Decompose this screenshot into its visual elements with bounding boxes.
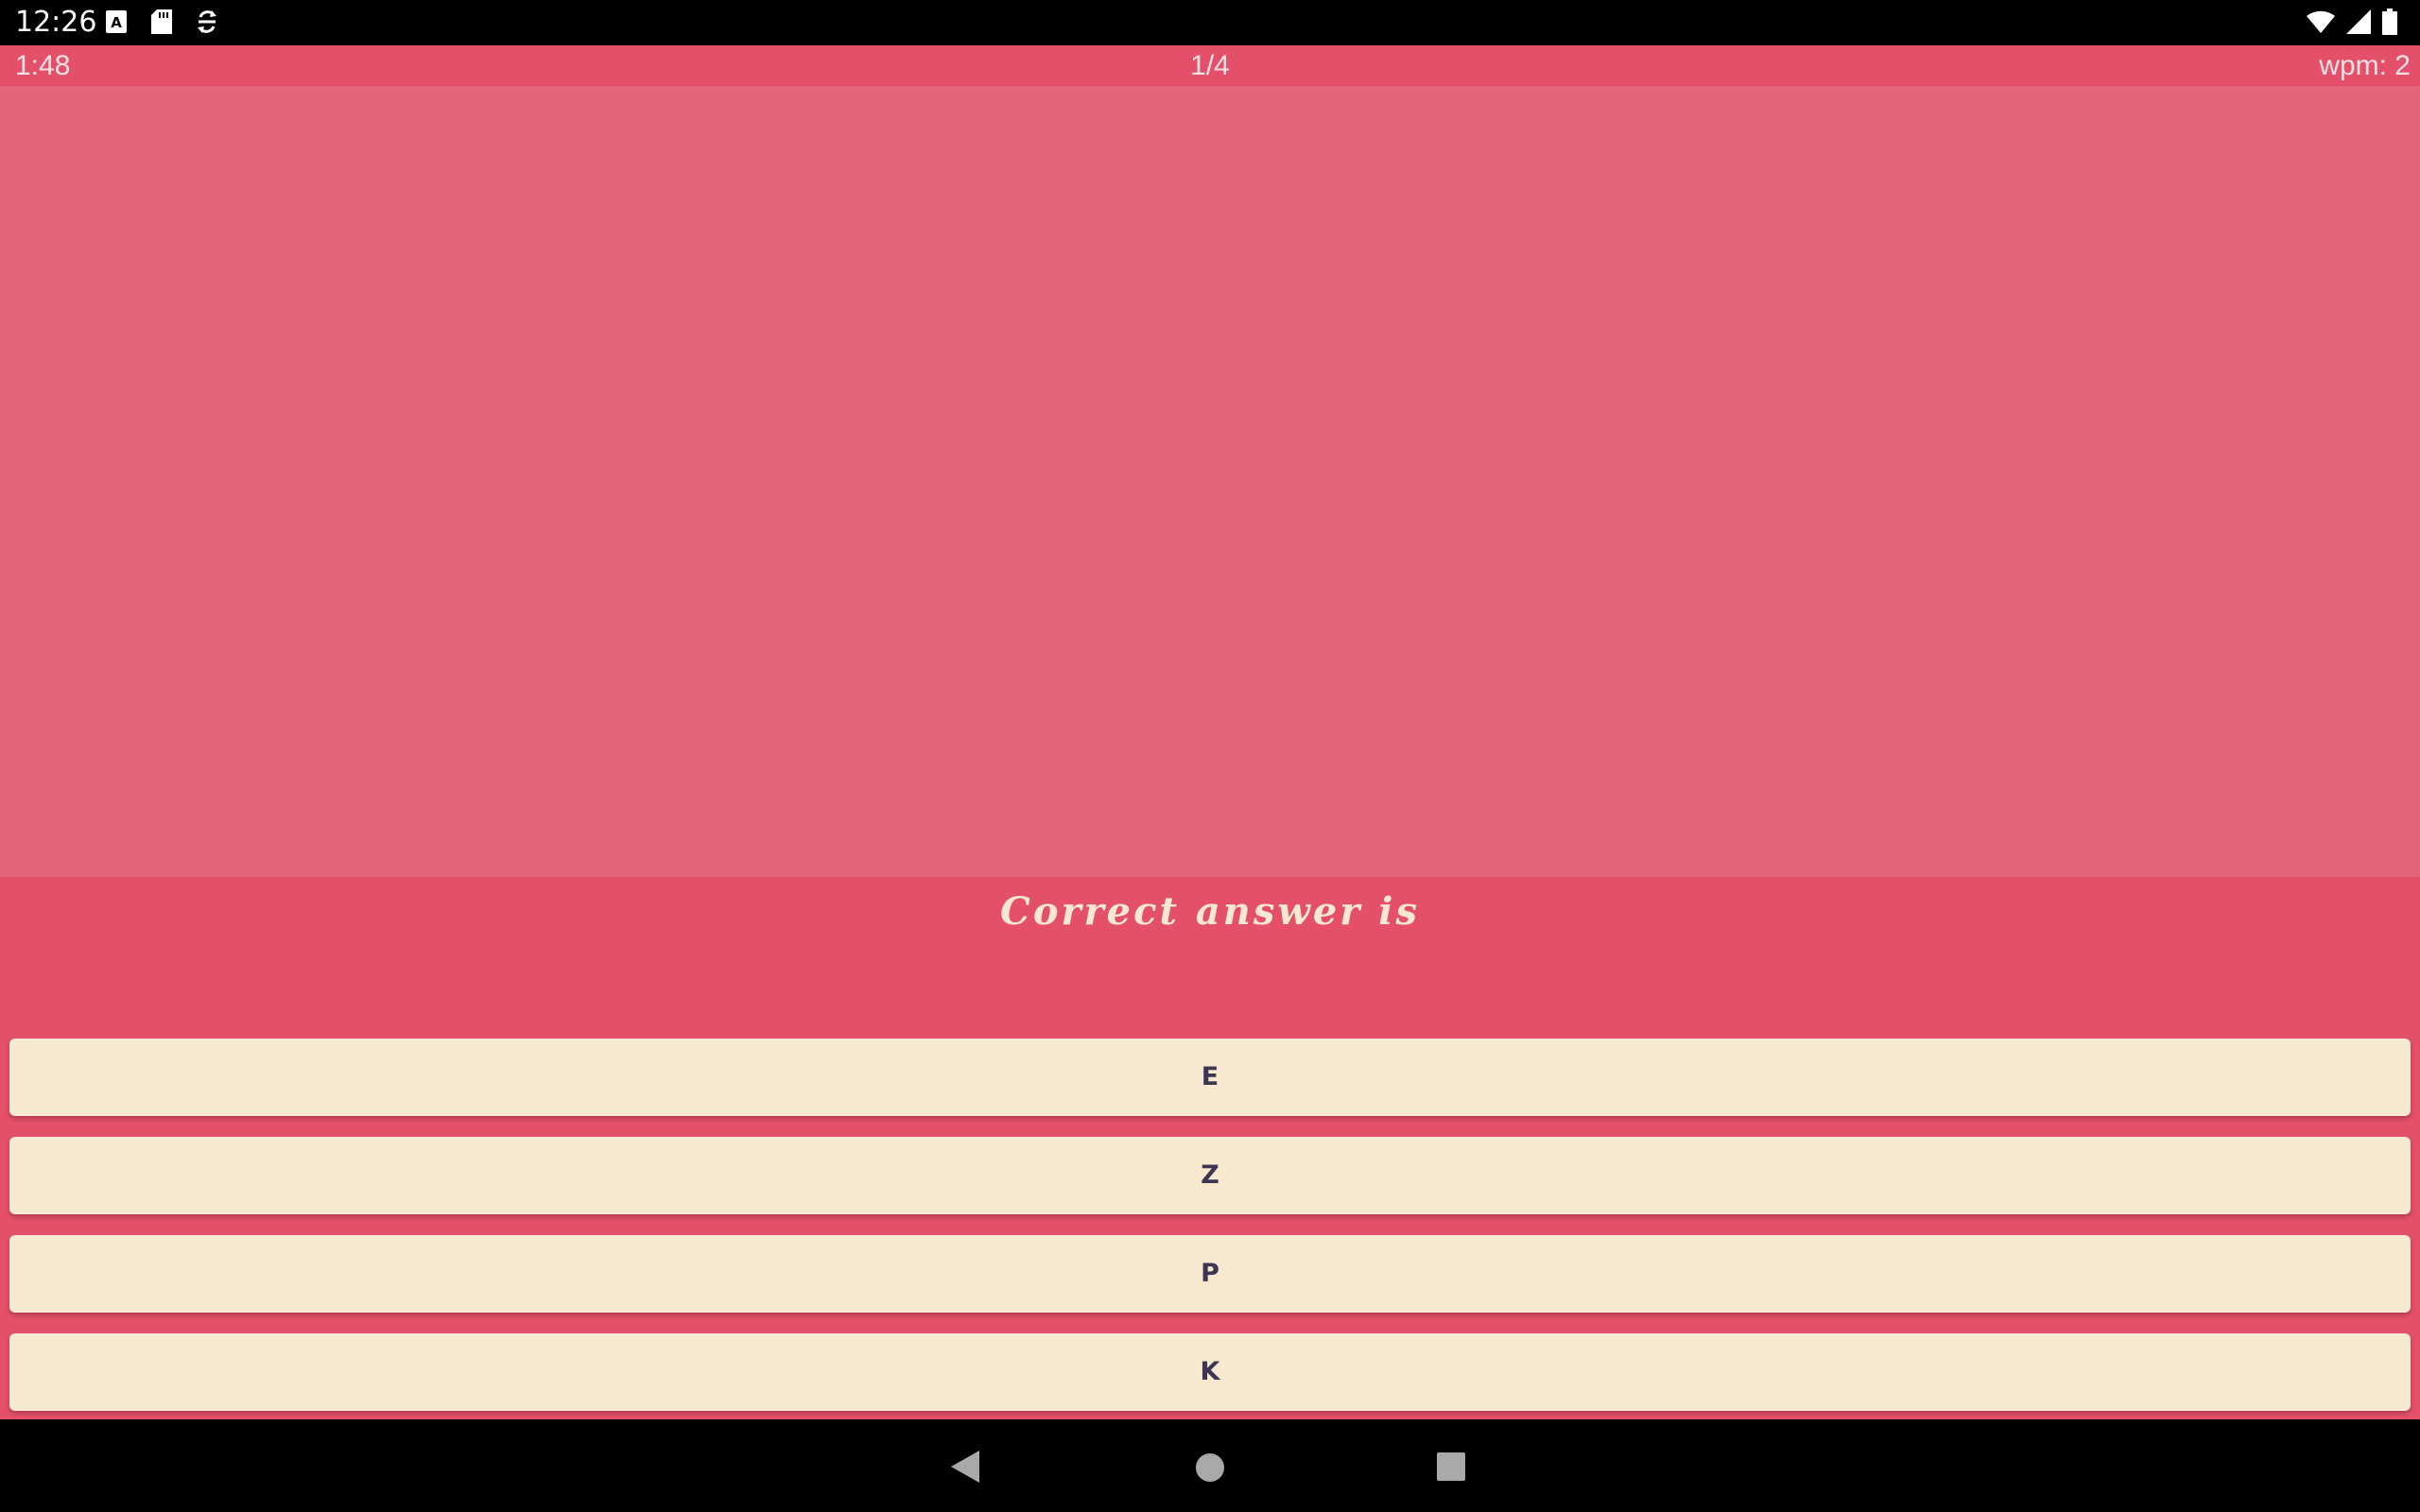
system-navigation-bar [0, 1419, 2420, 1512]
answer-option-button[interactable]: E [9, 1039, 2411, 1116]
answer-option-button[interactable]: P [9, 1235, 2411, 1313]
wifi-icon [2307, 10, 2335, 38]
sync-icon [197, 9, 217, 40]
answer-option-button[interactable]: Z [9, 1137, 2411, 1214]
status-notification-icons: A [106, 9, 217, 40]
answer-option-button[interactable]: K [9, 1333, 2411, 1411]
status-system-icons [2307, 9, 2397, 40]
battery-icon [2382, 9, 2397, 40]
answer-heading: Correct answer is [1000, 889, 1420, 934]
morse-prompt-area[interactable] [0, 86, 2420, 877]
font-icon: A [106, 10, 127, 38]
sd-card-icon [151, 9, 172, 39]
svg-text:A: A [111, 14, 122, 31]
back-icon[interactable] [951, 1451, 979, 1487]
answer-options: E Z P K [9, 1039, 2411, 1432]
question-progress: 1/4 [1190, 50, 1230, 81]
countdown-timer: 1:48 [15, 50, 71, 81]
home-icon[interactable] [1195, 1452, 1225, 1487]
cellular-signal-icon [2346, 9, 2371, 39]
system-status-bar: 12:26 A [0, 0, 2420, 45]
words-per-minute: wpm: 2 [2319, 50, 2411, 81]
status-time: 12:26 [15, 6, 97, 39]
recent-apps-icon[interactable] [1437, 1452, 1465, 1486]
answer-panel: Correct answer is E Z P K [0, 877, 2420, 1419]
quiz-info-bar: 1/4 1:48 wpm: 2 [0, 45, 2420, 86]
